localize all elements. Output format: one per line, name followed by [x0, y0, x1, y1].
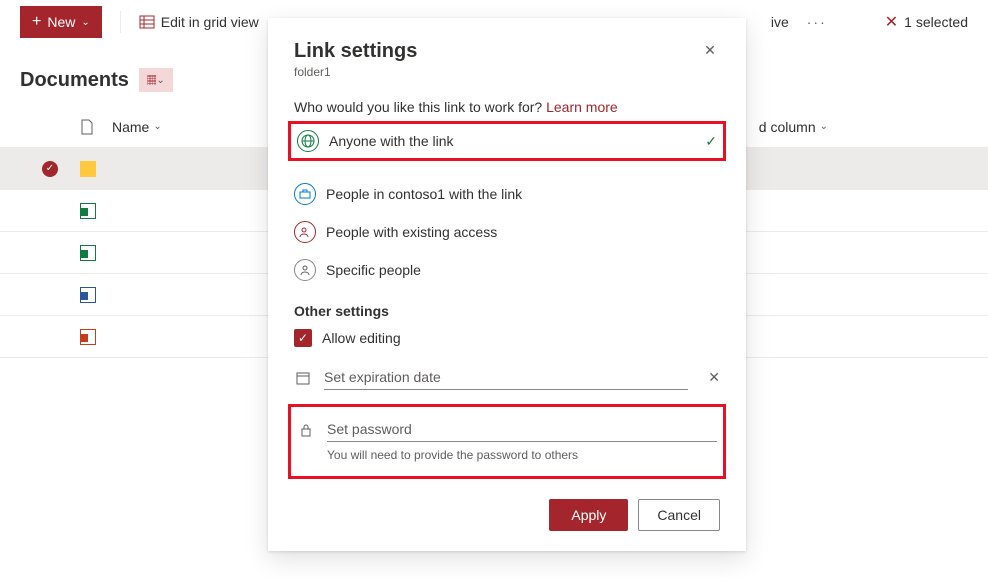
selection-count-label: 1 selected [904, 14, 968, 30]
scope-specific[interactable]: Specific people [294, 257, 720, 283]
truncated-label: ive [771, 14, 789, 30]
briefcase-icon [294, 183, 316, 205]
selected-check-icon[interactable]: ✓ [42, 161, 58, 177]
allow-editing-checkbox[interactable]: ✓ Allow editing [294, 329, 720, 347]
apply-button[interactable]: Apply [549, 499, 628, 531]
new-button[interactable]: + New ⌄ [20, 6, 102, 38]
folder-icon [80, 161, 96, 177]
excel-icon [80, 245, 96, 261]
checkmark-icon: ✓ [705, 133, 717, 150]
globe-icon [297, 130, 319, 152]
word-icon [80, 287, 96, 303]
chevron-down-icon: ⌄ [820, 121, 828, 132]
chevron-down-icon: ⌄ [81, 17, 89, 28]
scope-question: Who would you like this link to work for… [294, 99, 720, 115]
calendar-icon [294, 371, 312, 385]
document-icon [80, 119, 94, 135]
grid-icon [139, 14, 155, 30]
scope-existing-label: People with existing access [326, 224, 720, 240]
highlight-password: You will need to provide the password to… [288, 404, 726, 479]
books-icon: 𝄜 [147, 72, 156, 89]
file-type-column[interactable] [80, 119, 112, 135]
scope-existing[interactable]: People with existing access [294, 219, 720, 245]
clear-expiration-button[interactable]: ✕ [708, 369, 720, 386]
checkbox-checked-icon: ✓ [294, 329, 312, 347]
close-button[interactable]: ✕ [700, 40, 720, 60]
cancel-button[interactable]: Cancel [638, 499, 720, 531]
add-column-label: d column [759, 119, 816, 135]
close-icon: ✕ [704, 42, 716, 59]
powerpoint-icon [80, 329, 96, 345]
scope-specific-label: Specific people [326, 262, 720, 278]
learn-more-link[interactable]: Learn more [546, 99, 618, 115]
scope-anyone[interactable]: Anyone with the link ✓ [297, 128, 717, 154]
password-field-row [297, 417, 717, 442]
excel-icon [80, 203, 96, 219]
scope-organisation-label: People in contoso1 with the link [326, 186, 720, 202]
edit-grid-view-button[interactable]: Edit in grid view [139, 14, 259, 30]
chevron-down-icon: ⌄ [156, 75, 164, 86]
password-input[interactable] [327, 417, 717, 442]
selection-counter[interactable]: ✕ 1 selected [885, 12, 968, 32]
dialog-actions: Apply Cancel [294, 499, 720, 531]
allow-editing-label: Allow editing [322, 330, 401, 346]
more-actions-button[interactable]: ··· [807, 14, 827, 30]
person-icon [294, 259, 316, 281]
scope-organisation[interactable]: People in contoso1 with the link [294, 181, 720, 207]
library-views-button[interactable]: 𝄜⌄ [139, 68, 173, 92]
dialog-item-name: folder1 [294, 65, 720, 79]
scope-anyone-label: Anyone with the link [329, 133, 695, 149]
edit-grid-view-label: Edit in grid view [161, 14, 259, 30]
divider [120, 11, 121, 33]
plus-icon: + [32, 13, 41, 31]
new-button-label: New [47, 14, 75, 30]
highlight-anyone: Anyone with the link ✓ [288, 121, 726, 161]
other-settings-heading: Other settings [294, 303, 720, 319]
password-hint: You will need to provide the password to… [327, 448, 717, 462]
lock-icon [297, 423, 315, 437]
add-column-header[interactable]: d column ⌄ [759, 119, 828, 135]
clear-selection-icon: ✕ [885, 12, 898, 32]
chevron-down-icon: ⌄ [153, 121, 161, 132]
name-column-label: Name [112, 119, 149, 135]
expiration-field-row: ✕ [294, 365, 720, 390]
page-title: Documents [20, 69, 129, 92]
expiration-date-input[interactable] [324, 365, 688, 390]
dialog-title: Link settings [294, 40, 417, 63]
link-settings-dialog: Link settings ✕ folder1 Who would you li… [268, 18, 746, 551]
scope-list: Anyone with the link ✓ People in contoso… [294, 125, 720, 283]
people-icon [294, 221, 316, 243]
